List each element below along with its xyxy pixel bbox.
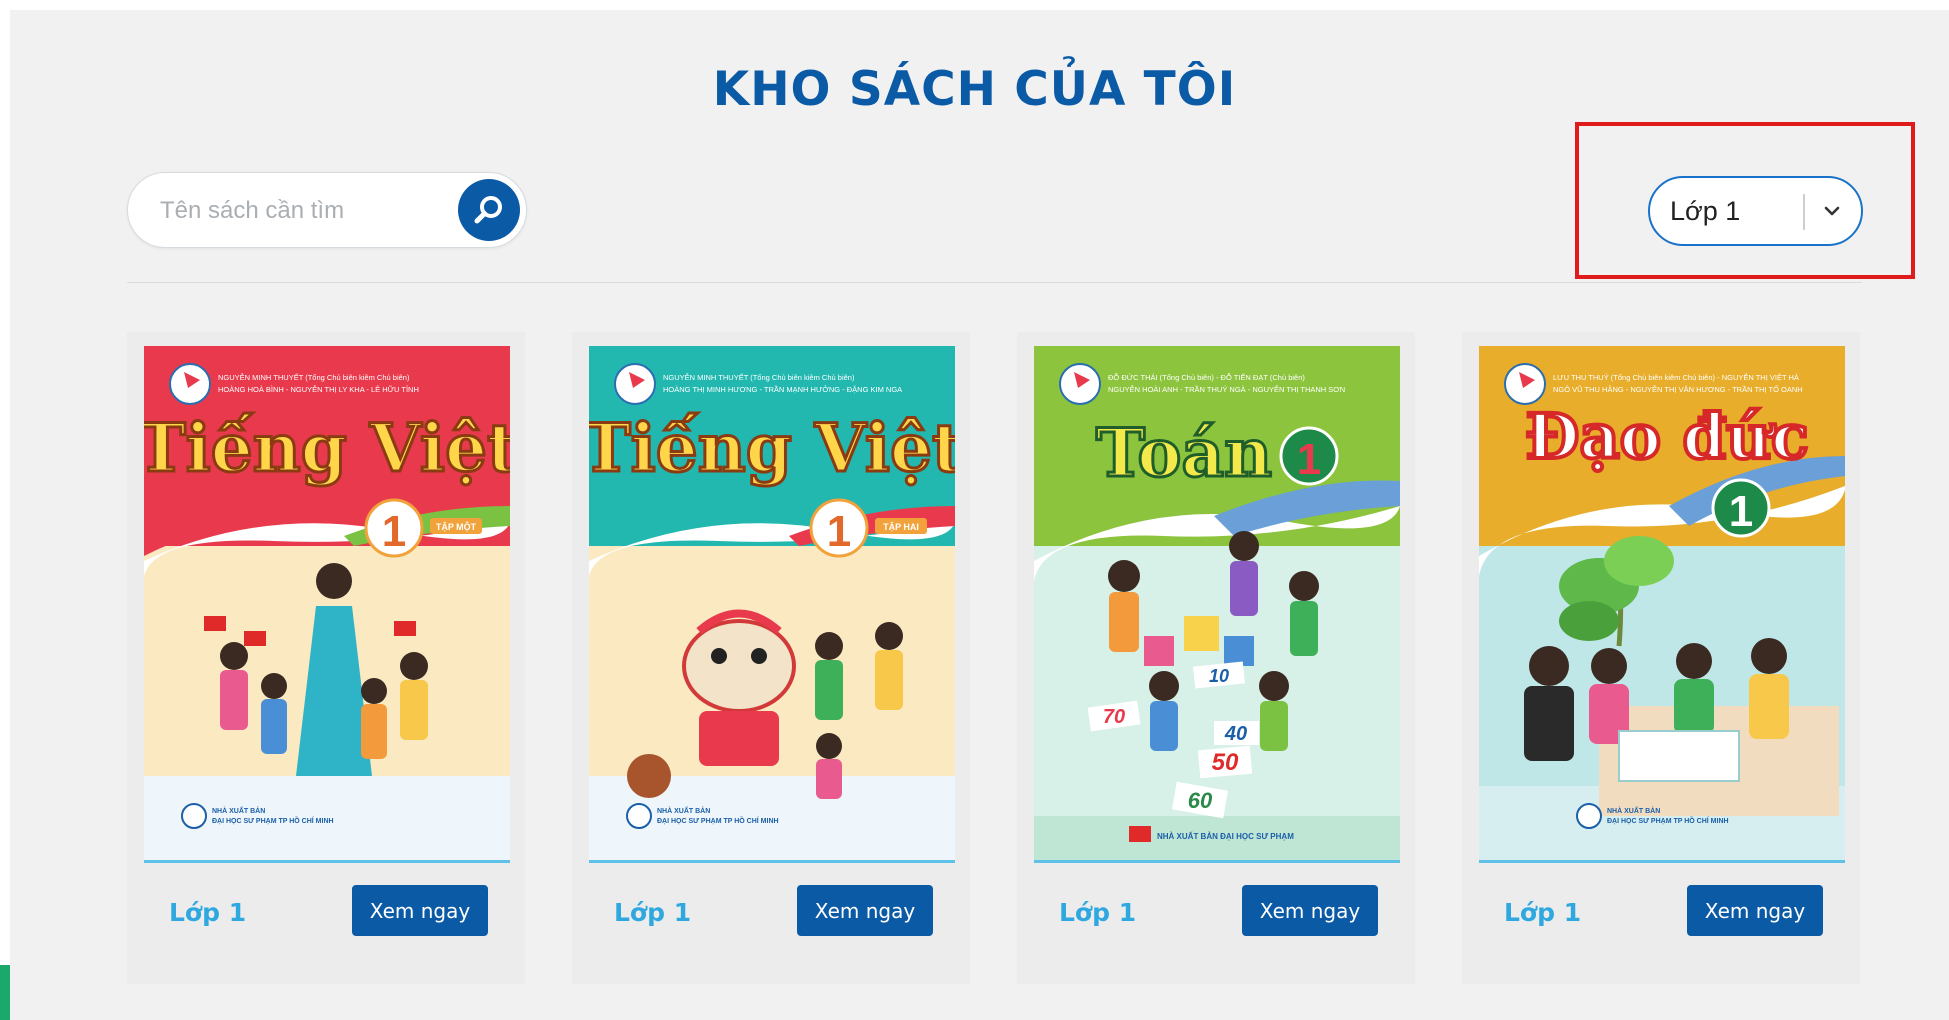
book-cover-number: 1 xyxy=(1729,487,1753,536)
book-cover-title: Đạo đức xyxy=(1525,400,1808,473)
book-cover[interactable]: ĐỖ ĐỨC THÁI (Tổng Chủ biên) - ĐỖ TIẾN ĐẠ… xyxy=(1034,346,1400,862)
book-cover-title: Tiếng Việt xyxy=(144,409,510,487)
cover-underline xyxy=(1479,860,1845,863)
view-now-button[interactable]: Xem ngay xyxy=(1242,885,1378,936)
view-now-button[interactable]: Xem ngay xyxy=(797,885,933,936)
book-authors-line1: ĐỖ ĐỨC THÁI (Tổng Chủ biên) - ĐỖ TIẾN ĐẠ… xyxy=(1108,372,1305,382)
book-grade: Lớp 1 xyxy=(614,898,692,927)
book-authors-line2: HOÀNG THỊ MINH HƯƠNG - TRẦN MẠNH HƯỞNG -… xyxy=(663,384,902,394)
book-grade: Lớp 1 xyxy=(1059,898,1137,927)
view-now-button[interactable]: Xem ngay xyxy=(1687,885,1823,936)
book-card: ĐỖ ĐỨC THÁI (Tổng Chủ biên) - ĐỖ TIẾN ĐẠ… xyxy=(1017,332,1415,984)
book-cover-number: 1 xyxy=(827,507,851,556)
book-card: LƯU THU THUỶ (Tổng Chủ biên kiêm Chủ biê… xyxy=(1462,332,1860,984)
book-publisher-line1: NHÀ XUẤT BẢN ĐẠI HỌC SƯ PHẠM xyxy=(1157,831,1294,841)
chevron-down-icon[interactable] xyxy=(1821,200,1843,222)
book-cover[interactable]: NGUYỄN MINH THUYẾT (Tổng Chủ biên kiêm C… xyxy=(144,346,510,862)
search-input[interactable] xyxy=(158,187,442,235)
page-title: KHO SÁCH CỦA TÔI xyxy=(712,62,1237,117)
book-authors-line2: HOÀNG HOÀ BÌNH - NGUYỄN THỊ LY KHA - LÊ … xyxy=(218,385,419,394)
grade-select-separator xyxy=(1803,194,1805,230)
book-cover[interactable]: NGUYỄN MINH THUYẾT (Tổng Chủ biên kiêm C… xyxy=(589,346,955,862)
book-cover-badge: TẬP MỘT xyxy=(436,521,477,532)
grade-select[interactable]: Lớp 1 xyxy=(1648,176,1863,246)
cover-underline xyxy=(144,860,510,863)
svg-text:40: 40 xyxy=(1224,723,1247,745)
view-now-button[interactable]: Xem ngay xyxy=(352,885,488,936)
cover-underline xyxy=(589,860,955,863)
side-accent xyxy=(0,965,10,1020)
svg-text:10: 10 xyxy=(1209,666,1229,686)
book-cover-number: 1 xyxy=(382,507,406,556)
book-cover[interactable]: LƯU THU THUỶ (Tổng Chủ biên kiêm Chủ biê… xyxy=(1479,346,1845,862)
cover-underline xyxy=(1034,860,1400,863)
book-card: NGUYỄN MINH THUYẾT (Tổng Chủ biên kiêm C… xyxy=(127,332,525,984)
book-grade: Lớp 1 xyxy=(169,898,247,927)
book-authors-line2: NGUYỄN HOÀI ANH - TRẦN THUÝ NGÀ - NGUYỄN… xyxy=(1108,384,1345,394)
book-card: NGUYỄN MINH THUYẾT (Tổng Chủ biên kiêm C… xyxy=(572,332,970,984)
book-cover-title: Toán xyxy=(1096,414,1272,492)
book-authors-line1: NGUYỄN MINH THUYẾT (Tổng Chủ biên kiêm C… xyxy=(218,372,410,382)
book-cover-number: 1 xyxy=(1297,435,1321,484)
svg-text:60: 60 xyxy=(1188,788,1213,813)
grade-select-value: Lớp 1 xyxy=(1670,196,1741,226)
book-cover-badge: TẬP HAI xyxy=(883,521,919,532)
svg-text:70: 70 xyxy=(1103,706,1125,728)
book-authors-line1: NGUYỄN MINH THUYẾT (Tổng Chủ biên kiêm C… xyxy=(663,372,855,382)
search-box xyxy=(127,172,527,248)
svg-text:50: 50 xyxy=(1212,749,1239,776)
header-divider xyxy=(127,282,1862,283)
book-cover-title: Tiếng Việt xyxy=(589,409,955,487)
book-authors-line2: NGÔ VŨ THU HẰNG - NGUYỄN THỊ VÂN HƯƠNG -… xyxy=(1553,384,1803,394)
book-authors-line1: LƯU THU THUỶ (Tổng Chủ biên kiêm Chủ biê… xyxy=(1553,373,1799,382)
search-button[interactable] xyxy=(458,179,520,241)
search-icon xyxy=(474,196,502,224)
book-grade: Lớp 1 xyxy=(1504,898,1582,927)
